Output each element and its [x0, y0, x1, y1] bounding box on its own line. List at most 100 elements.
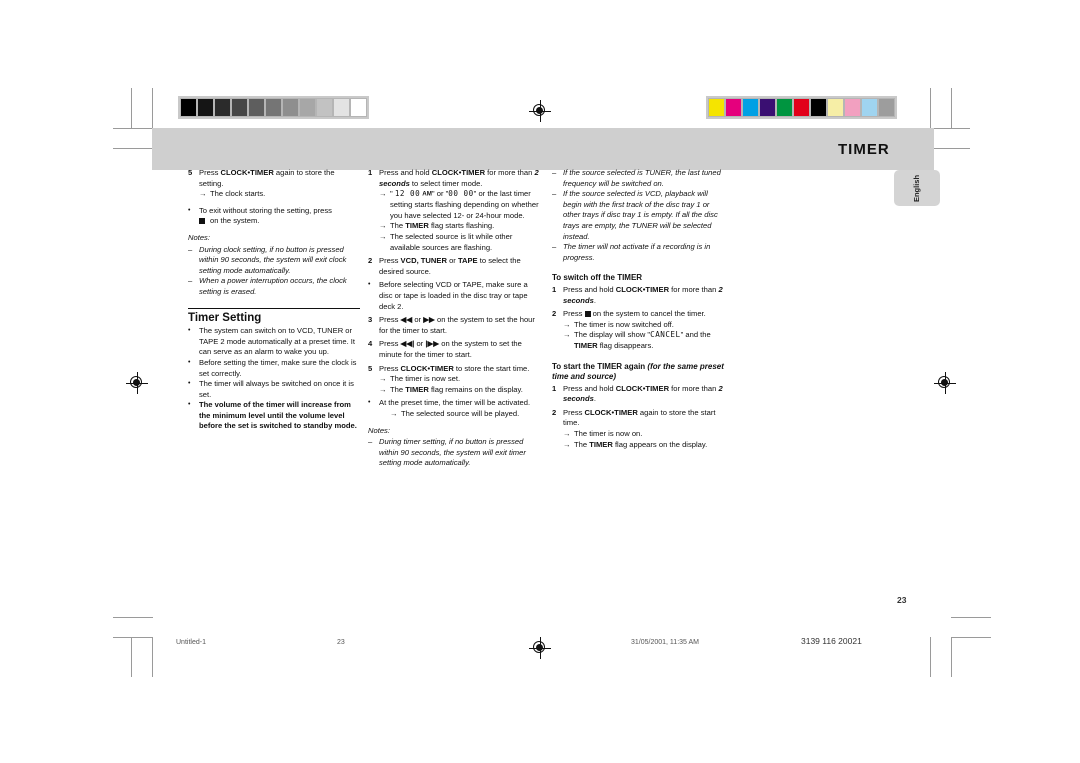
- step-text: Press on the system to cancel the timer.: [563, 309, 706, 319]
- bullet-text: To exit without storing the setting, pre…: [199, 205, 332, 215]
- col2-step-2: 2 Press VCD, TUNER or TAPE to select the…: [368, 256, 540, 277]
- step-text: Press VCD, TUNER or TAPE to select the d…: [379, 256, 521, 276]
- lcd-display-value: CANCEL: [650, 330, 681, 340]
- color-patch-5: [793, 98, 810, 117]
- crop-mark-bottom-left-horizontal: [113, 617, 153, 618]
- color-patch-0: [708, 98, 725, 117]
- arrow-icon: →: [379, 221, 387, 231]
- previous-track-icon: ◀◀|: [400, 339, 415, 349]
- indicator-timer: TIMER: [405, 221, 429, 231]
- language-tab: English: [894, 170, 940, 206]
- step-number: 1: [368, 168, 373, 177]
- button-name-clock-timer: CLOCK•TIMER: [615, 284, 670, 294]
- indicator-timer: TIMER: [405, 384, 429, 394]
- col2-step-3: 3 Press ◀◀ or ▶▶ on the system to set th…: [368, 315, 540, 336]
- bullet-icon: •: [188, 380, 191, 388]
- footer-file-name: Untitled-1: [176, 639, 206, 646]
- crop-mark-top-right-vertical-2: [951, 88, 952, 128]
- step-text: Press CLOCK•TIMER again to store the set…: [199, 168, 335, 188]
- button-name-clock-timer: CLOCK•TIMER: [400, 363, 454, 373]
- step-text: Press and hold CLOCK•TIMER for more than…: [563, 383, 723, 404]
- result-line: → " 12 00 AM" or "00 00" or the last tim…: [379, 189, 539, 220]
- step-text: Press and hold CLOCK•TIMER for more than…: [379, 168, 539, 188]
- color-patch-3: [759, 98, 776, 117]
- button-name-clock-timer: CLOCK•TIMER: [431, 168, 486, 177]
- step-number: 1: [552, 383, 557, 393]
- button-name-clock-timer: CLOCK•TIMER: [584, 407, 638, 417]
- grayscale-calibration-strip: [178, 96, 369, 119]
- color-calibration-strip: [706, 96, 897, 119]
- col1-step-5: 5 Press CLOCK•TIMER again to store the s…: [188, 168, 360, 200]
- col1-bullet-item-bold: • The volume of the timer will increase …: [188, 400, 357, 431]
- color-patch-6: [810, 98, 827, 117]
- grayscale-patch-2: [214, 98, 231, 117]
- grayscale-patch-10: [350, 98, 367, 117]
- color-patch-8: [844, 98, 861, 117]
- footer-file-page: 23: [337, 639, 345, 646]
- arrow-icon: →: [379, 374, 387, 384]
- crop-mark-bottom-right-horizontal: [951, 617, 991, 618]
- crop-mark-bottom-left-vertical: [131, 637, 132, 677]
- crop-mark-top-left-vertical-2: [152, 88, 153, 128]
- registration-mark-bottom: [529, 637, 551, 659]
- indicator-timer: TIMER: [574, 340, 598, 350]
- result-line: → The TIMER flag starts flashing.: [379, 221, 495, 231]
- color-patch-9: [861, 98, 878, 117]
- text-column-2: 1 Press and hold CLOCK•TIMER for more th…: [368, 168, 540, 469]
- arrow-icon: →: [379, 384, 387, 394]
- subheading-start-timer-again: To start the TIMER again (for the same p…: [552, 361, 724, 382]
- footer-timestamp: 31/05/2001, 11:35 AM: [631, 639, 699, 646]
- dash-icon: –: [552, 168, 557, 177]
- step-number: 5: [368, 363, 373, 373]
- rewind-icon: ◀◀: [400, 315, 413, 325]
- crop-mark-top-left-vertical: [131, 88, 132, 128]
- crop-mark-top-left-horizontal-2: [113, 148, 153, 149]
- result-line: → The timer is now switched off.: [563, 319, 674, 329]
- page-title: TIMER: [838, 141, 890, 158]
- step-text: Press CLOCK•TIMER again to store the sta…: [563, 407, 716, 428]
- grayscale-patch-3: [231, 98, 248, 117]
- crop-mark-top-right-vertical: [930, 88, 931, 128]
- col1-note-item: – During clock setting, if no button is …: [188, 244, 347, 275]
- grayscale-patch-9: [333, 98, 350, 117]
- arrow-icon: →: [379, 189, 387, 199]
- step-number: 3: [368, 315, 373, 325]
- lcd-display-value: 12 00: [394, 189, 421, 199]
- col1-notes-label: Notes:: [188, 232, 210, 242]
- arrow-icon: →: [199, 189, 207, 199]
- color-patch-10: [878, 98, 895, 117]
- grayscale-patch-0: [180, 98, 197, 117]
- col1-note-item: – When a power interruption occurs, the …: [188, 276, 347, 296]
- result-line: → The timer is now set.: [379, 374, 461, 384]
- arrow-icon: →: [390, 408, 398, 418]
- fast-forward-icon: ▶▶: [423, 315, 435, 325]
- step-number: 4: [368, 339, 373, 349]
- result-line: → The TIMER flag remains on the display.: [379, 384, 523, 394]
- button-name-vcd-tuner: VCD, TUNER: [400, 256, 447, 266]
- registration-mark-left: [126, 372, 148, 394]
- arrow-icon: →: [563, 439, 571, 449]
- crop-mark-bottom-right-vertical-2: [951, 637, 952, 677]
- result-line: → The timer is now on.: [563, 429, 643, 439]
- subheading-switch-off-timer: To switch off the TIMER: [552, 273, 643, 283]
- col3-off-step-2: 2 Press on the system to cancel the time…: [552, 309, 724, 351]
- col1-bullet-item: • Before setting the timer, make sure th…: [188, 357, 357, 378]
- page-number: 23: [897, 595, 907, 605]
- registration-mark-right: [934, 372, 956, 394]
- col3-note-item: – The timer will not activate if a recor…: [552, 242, 711, 262]
- col2-step-1: 1 Press and hold CLOCK•TIMER for more th…: [368, 168, 540, 253]
- col2-bullet-preset: • At the preset time, the timer will be …: [368, 398, 540, 419]
- col2-note-item: – During timer setting, if no button is …: [368, 437, 526, 468]
- crop-mark-top-left-horizontal: [113, 128, 153, 129]
- step-text: Press ◀◀| or |▶▶ on the system to set th…: [379, 339, 522, 359]
- col3-again-step-1: 1 Press and hold CLOCK•TIMER for more th…: [552, 384, 724, 405]
- col1-bullet-item: • The system can switch on to VCD, TUNER…: [188, 326, 356, 357]
- registration-mark-top: [529, 100, 551, 122]
- language-tab-label: English: [912, 174, 922, 202]
- arrow-icon: →: [379, 232, 387, 242]
- dash-icon: –: [188, 276, 193, 286]
- stop-square-icon: [199, 216, 210, 227]
- grayscale-patch-1: [197, 98, 214, 117]
- crop-mark-bottom-right-vertical: [930, 637, 931, 677]
- button-name-clock-timer: CLOCK•TIMER: [220, 168, 274, 177]
